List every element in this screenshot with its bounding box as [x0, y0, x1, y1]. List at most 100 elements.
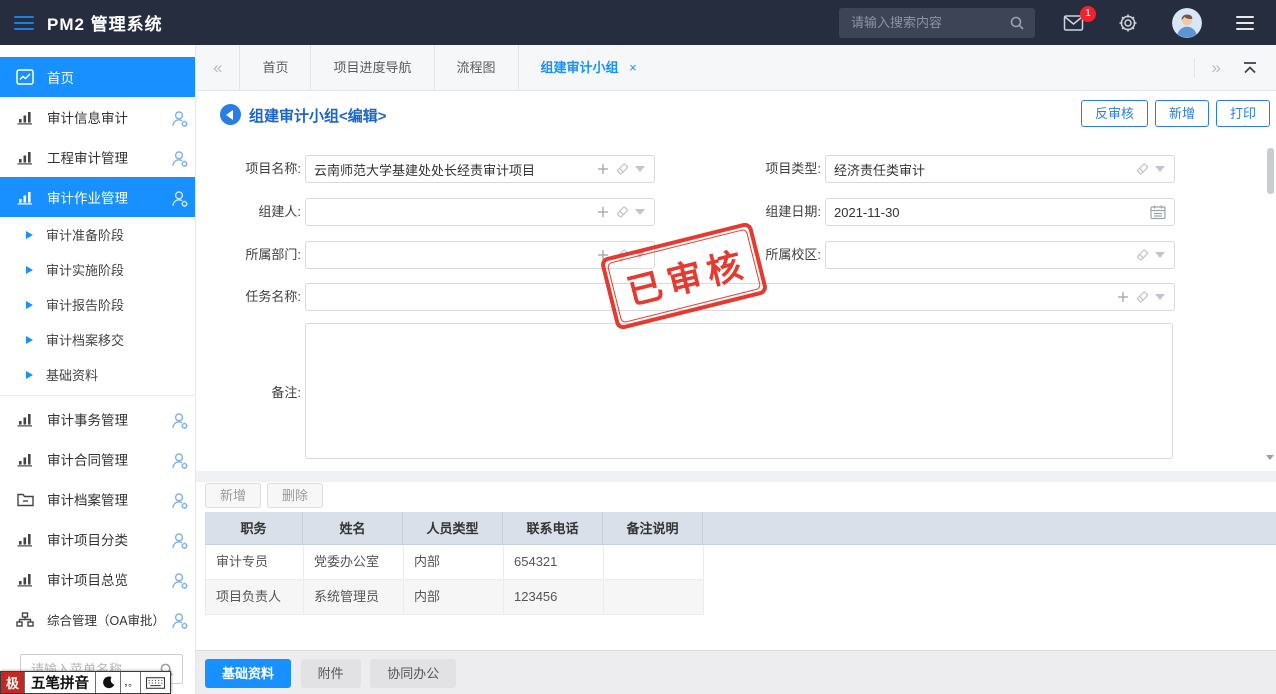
settings-button[interactable]	[1118, 13, 1138, 33]
sidebar-item-label: 审计合同管理	[47, 449, 128, 469]
sidebar-item-home[interactable]: 首页	[0, 57, 195, 97]
ime-logo-icon[interactable]: 极	[1, 672, 24, 693]
table-add-button[interactable]: 新增	[205, 483, 261, 508]
caret-down-icon[interactable]	[1155, 294, 1165, 300]
scrollbar-thumb[interactable]	[1267, 148, 1274, 194]
caret-down-icon[interactable]	[1155, 252, 1165, 258]
build-date-field[interactable]	[825, 198, 1175, 226]
clear-icon[interactable]	[1135, 290, 1150, 304]
messages-button[interactable]: 1	[1063, 15, 1084, 31]
tab-flowchart[interactable]: 流程图	[434, 45, 518, 90]
sidebar-subitem-report[interactable]: 审计报告阶段	[0, 287, 195, 322]
project-name-label: 项目名称:	[196, 155, 301, 183]
plus-icon[interactable]	[596, 205, 610, 219]
add-button[interactable]: 新增	[1155, 100, 1209, 127]
user-settings-icon[interactable]	[170, 611, 190, 633]
collapse-up-icon[interactable]	[1238, 61, 1276, 75]
ime-scheme-button[interactable]: 五笔拼音	[24, 672, 96, 693]
user-settings-icon[interactable]	[170, 109, 190, 131]
tabs-scroll-left[interactable]: «	[196, 58, 239, 78]
close-icon[interactable]: ×	[629, 60, 637, 75]
sidebar-subitem-prepare[interactable]: 审计准备阶段	[0, 217, 195, 252]
sidebar-item-project-category[interactable]: 审计项目分类	[0, 519, 195, 559]
table-row[interactable]: 项目负责人 系统管理员 内部 123456	[205, 580, 704, 615]
tab-collaboration[interactable]: 协同办公	[370, 659, 456, 688]
build-date-label: 组建日期:	[696, 198, 821, 226]
back-arrow-icon	[226, 110, 233, 120]
sidebar-toggle-icon[interactable]	[14, 16, 34, 30]
build-date-input[interactable]	[826, 199, 1174, 225]
keyboard-icon[interactable]	[141, 672, 170, 693]
bottom-tab-bar: 基础资料 附件 协同办公	[196, 650, 1276, 694]
sidebar-subitem-implement[interactable]: 审计实施阶段	[0, 252, 195, 287]
remark-field[interactable]	[305, 323, 1173, 459]
print-button[interactable]: 打印	[1216, 100, 1270, 127]
organizer-field[interactable]	[305, 198, 655, 226]
table-cell: 审计专员	[206, 545, 304, 579]
plus-icon[interactable]	[596, 162, 610, 176]
tab-build-audit-team[interactable]: 组建审计小组 ×	[518, 45, 659, 90]
sidebar-subitem-basic-data[interactable]: 基础资料	[0, 357, 195, 392]
sidebar-item-audit-contracts[interactable]: 审计合同管理	[0, 439, 195, 479]
folder-icon	[16, 492, 34, 507]
clear-icon[interactable]	[615, 205, 630, 219]
sidebar-item-audit-archives[interactable]: 审计档案管理	[0, 479, 195, 519]
user-settings-icon[interactable]	[170, 571, 190, 593]
caret-down-icon[interactable]	[635, 209, 645, 215]
user-settings-icon[interactable]	[170, 189, 190, 211]
moon-icon[interactable]	[96, 672, 121, 693]
caret-down-icon[interactable]	[635, 166, 645, 172]
back-button[interactable]	[220, 104, 241, 125]
tab-basic-data[interactable]: 基础资料	[205, 659, 291, 688]
sidebar-subitem-archive-transfer[interactable]: 审计档案移交	[0, 322, 195, 357]
sidebar-item-project-overview[interactable]: 审计项目总览	[0, 559, 195, 599]
unaudit-button[interactable]: 反审核	[1081, 100, 1148, 127]
sidebar-item-oa-management[interactable]: 综合管理（OA审批）	[0, 599, 195, 639]
tab-attachments[interactable]: 附件	[301, 659, 361, 688]
bar-chart-icon	[16, 572, 34, 587]
user-settings-icon[interactable]	[170, 531, 190, 553]
top-header: PM2 管理系统 1	[0, 0, 1276, 45]
clear-icon[interactable]	[1135, 248, 1150, 262]
ime-toolbar: 极 五笔拼音 ，。	[0, 671, 171, 694]
sidebar-item-audit-operations[interactable]: 审计作业管理	[0, 177, 195, 217]
header-filler	[703, 512, 1276, 544]
punctuation-toggle[interactable]: ，。	[121, 672, 141, 693]
table-cell	[604, 580, 704, 614]
organizer-label: 组建人:	[196, 198, 301, 226]
caret-down-icon[interactable]	[1155, 166, 1165, 172]
global-search-box[interactable]	[839, 8, 1035, 38]
table-delete-button[interactable]: 删除	[267, 483, 323, 508]
project-name-field[interactable]	[305, 155, 655, 183]
tabs-scroll-right[interactable]: »	[1195, 58, 1238, 78]
task-name-label: 任务名称:	[196, 283, 301, 311]
tab-project-progress[interactable]: 项目进度导航	[310, 45, 433, 90]
sidebar-item-audit-info[interactable]: 审计信息审计	[0, 97, 195, 137]
sidebar-item-label: 工程审计管理	[47, 147, 128, 167]
clear-icon[interactable]	[1135, 162, 1150, 176]
table-row[interactable]: 审计专员 党委办公室 内部 654321	[205, 545, 704, 580]
calendar-icon[interactable]	[1150, 205, 1166, 220]
user-settings-icon[interactable]	[170, 411, 190, 433]
triangle-icon	[26, 231, 33, 239]
remark-textarea[interactable]	[306, 324, 1172, 458]
user-settings-icon[interactable]	[170, 451, 190, 473]
user-settings-icon[interactable]	[170, 149, 190, 171]
avatar[interactable]	[1172, 8, 1202, 38]
user-settings-icon[interactable]	[170, 491, 190, 513]
campus-field[interactable]	[825, 241, 1175, 269]
menu-icon[interactable]	[1236, 16, 1254, 30]
sidebar-item-audit-affairs[interactable]: 审计事务管理	[0, 399, 195, 439]
sidebar-item-project-audit[interactable]: 工程审计管理	[0, 137, 195, 177]
global-search-input[interactable]	[849, 14, 1009, 31]
scrollbar-down-arrow[interactable]	[1266, 455, 1274, 460]
tab-home[interactable]: 首页	[239, 45, 310, 90]
search-icon[interactable]	[1009, 15, 1025, 31]
project-type-input[interactable]	[826, 156, 1174, 182]
sidebar-item-label: 综合管理（OA审批）	[47, 610, 165, 629]
sidebar-divider	[0, 395, 195, 396]
project-type-field[interactable]	[825, 155, 1175, 183]
plus-icon[interactable]	[1116, 290, 1130, 304]
clear-icon[interactable]	[615, 162, 630, 176]
campus-input[interactable]	[826, 242, 1174, 268]
